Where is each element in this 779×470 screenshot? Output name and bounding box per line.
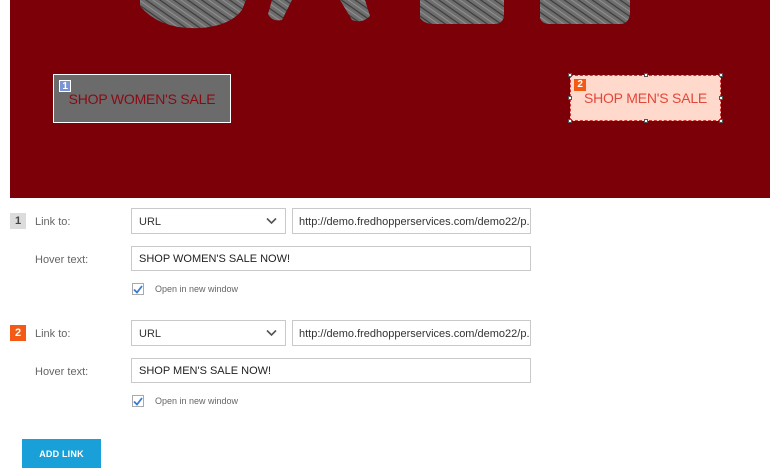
open-new-window-label: Open in new window — [155, 284, 239, 294]
link-number-badge: 1 — [10, 213, 26, 229]
checkmark-icon — [133, 396, 143, 406]
hotspot-number-badge: 2 — [574, 79, 586, 91]
chevron-down-icon — [266, 216, 277, 228]
banner-image: 1 SHOP WOMEN'S SALE 2 SHOP MEN'S SALE — [10, 0, 770, 198]
url-input[interactable]: http://demo.fredhopperservices.com/demo2… — [292, 208, 531, 234]
resize-handle-bottom-left[interactable] — [568, 119, 572, 123]
resize-handle-bottom[interactable] — [644, 119, 648, 123]
link-type-select[interactable]: URL — [131, 320, 286, 346]
link-to-label: Link to: — [35, 328, 71, 340]
link-type-select[interactable]: URL — [131, 208, 286, 234]
resize-handle-right[interactable] — [719, 96, 723, 100]
resize-handle-top-right[interactable] — [719, 73, 723, 77]
link-to-label: Link to: — [35, 216, 71, 228]
link-type-value: URL — [139, 328, 162, 340]
open-new-window-label: Open in new window — [155, 396, 239, 406]
hotspot-shop-womens-sale[interactable]: 1 SHOP WOMEN'S SALE — [53, 74, 231, 123]
hotspot-number-badge: 1 — [59, 80, 71, 92]
open-new-window-option: Open in new window — [132, 395, 238, 407]
chevron-down-icon — [266, 328, 277, 340]
resize-handle-top[interactable] — [644, 73, 648, 77]
hover-text-input[interactable]: SHOP MEN'S SALE NOW! — [131, 358, 531, 383]
add-link-button[interactable]: ADD LINK — [22, 439, 101, 468]
hover-text-label: Hover text: — [35, 254, 89, 266]
checkmark-icon — [133, 284, 143, 294]
hotspot-shop-mens-sale[interactable]: 2 SHOP MEN'S SALE — [568, 73, 723, 123]
link-type-value: URL — [139, 216, 162, 228]
hotspot-label: SHOP WOMEN'S SALE — [68, 90, 216, 107]
open-new-window-checkbox[interactable] — [132, 395, 144, 407]
open-new-window-checkbox[interactable] — [132, 283, 144, 295]
resize-handle-bottom-right[interactable] — [719, 119, 723, 123]
link-number-badge: 2 — [10, 325, 26, 341]
resize-handle-top-left[interactable] — [568, 73, 572, 77]
hover-text-label: Hover text: — [35, 366, 89, 378]
open-new-window-option: Open in new window — [132, 283, 238, 295]
hover-text-input[interactable]: SHOP WOMEN'S SALE NOW! — [131, 246, 531, 271]
hotspot-label: SHOP MEN'S SALE — [583, 90, 708, 106]
url-input[interactable]: http://demo.fredhopperservices.com/demo2… — [292, 320, 531, 346]
resize-handle-left[interactable] — [568, 96, 572, 100]
